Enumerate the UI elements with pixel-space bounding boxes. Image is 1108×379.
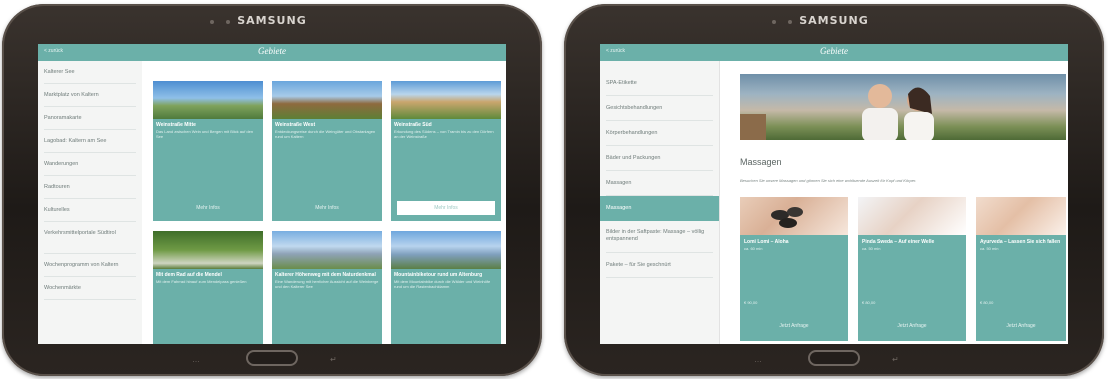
app-header: < zurück Gebiete: [600, 44, 1068, 61]
sidebar-item-massagen[interactable]: Massagen: [600, 196, 719, 221]
massage-title: Ayurveda – Lassen Sie sich fallen: [980, 239, 1061, 245]
massage-price: € 80,00: [980, 300, 994, 305]
sidebar-item[interactable]: Radtouren: [44, 176, 136, 199]
menu-key-icon[interactable]: …: [754, 355, 762, 364]
tablet-left: SAMSUNG < zurück Gebiete Kalterer See Ma…: [2, 4, 542, 376]
sidebar-item[interactable]: Marktplatz von Kaltern: [44, 84, 136, 107]
tour-desc: Erkundung des Südens – von Tramin bis zu…: [394, 129, 494, 139]
sidebar-item[interactable]: Kalterer See: [44, 61, 136, 84]
tour-desc: Entdeckungsreise durch die Weingüter und…: [275, 129, 376, 139]
sidebar-item[interactable]: Bilder in der Saftpaste: Massage – völli…: [606, 221, 713, 253]
app-header: < zurück Gebiete: [38, 44, 506, 61]
tour-photo: [391, 231, 501, 269]
sidebar-item[interactable]: Kulturelles: [44, 199, 136, 222]
tour-title: Kalterer Höhenweg mit dem Naturdenkmal: [275, 272, 376, 278]
massage-card[interactable]: Pinda Sweda – Auf einer Welle ca. 50 min…: [858, 197, 966, 341]
tour-card[interactable]: Weinstraße West Entdeckungsreise durch d…: [272, 81, 382, 221]
request-button[interactable]: Jetzt Anfrage: [858, 323, 966, 329]
back-key-icon[interactable]: ↵: [892, 355, 899, 364]
tour-desc: Eine Wanderung mit herrlicher Aussicht a…: [275, 279, 379, 289]
massage-title: Lomi Lomi – Aloha: [744, 239, 789, 245]
menu-key-icon[interactable]: …: [192, 355, 200, 364]
sidebar-item[interactable]: Wanderungen: [44, 153, 136, 176]
sidebar-item[interactable]: Wochenmärkte: [44, 277, 136, 300]
sidebar-item[interactable]: Massagen: [606, 171, 713, 196]
stage: SAMSUNG < zurück Gebiete Kalterer See Ma…: [0, 0, 1108, 379]
couple-illustration: [740, 84, 934, 142]
tour-title: Weinstraße Süd: [394, 122, 432, 128]
tablet-screen: < zurück Gebiete Kalterer See Marktplatz…: [38, 44, 506, 344]
tour-photo: [272, 81, 382, 119]
more-info-button[interactable]: Mehr Infos: [272, 201, 382, 215]
intro-text: Besuchen Sie unsere Massagen und gönnen …: [740, 178, 917, 183]
tour-desc: Mit dem Fahrrad hinauf zum Mendelpass ge…: [156, 279, 247, 284]
tour-photo: [391, 81, 501, 119]
tour-desc: Das Land zwischen Wein und Bergen mit Bl…: [156, 129, 254, 139]
massage-photo: [858, 197, 966, 235]
massage-photo: [740, 197, 848, 235]
sidebar-item[interactable]: Verkehrsmittelportale Südtirol: [44, 222, 136, 254]
massage-price: € 80,00: [862, 300, 876, 305]
massage-photo: [976, 197, 1066, 235]
brand-logo: SAMSUNG: [237, 14, 307, 27]
sidebar-item[interactable]: Lagobad: Kaltern am See: [44, 130, 136, 153]
sidebar-item[interactable]: Pakete – für Sie geschnürt: [606, 253, 713, 278]
tour-title: Weinstraße Mitte: [156, 122, 196, 128]
tour-title: Mountainbiketour rund um Altenburg: [394, 272, 483, 278]
massage-card[interactable]: Ayurveda – Lassen Sie sich fallen ca. 50…: [976, 197, 1066, 341]
tour-card[interactable]: Weinstraße Mitte Das Land zwischen Wein …: [153, 81, 263, 221]
massage-title: Pinda Sweda – Auf einer Welle: [862, 239, 935, 245]
sidebar-item[interactable]: Gesichtsbehandlungen: [606, 96, 713, 121]
request-button[interactable]: Jetzt Anfrage: [976, 323, 1066, 329]
request-button[interactable]: Jetzt Anfrage: [740, 323, 848, 329]
sidebar: SPA-Etikette Gesichtsbehandlungen Körper…: [600, 61, 720, 344]
sidebar-item[interactable]: Wochenprogramm von Kaltern: [44, 254, 136, 277]
tablet-right: SAMSUNG < zurück Gebiete SPA-Etikette Ge…: [564, 4, 1104, 376]
tour-card[interactable]: Mountainbiketour rund um Altenburg Mit d…: [391, 231, 501, 344]
sidebar-item[interactable]: Bäder und Packungen: [606, 146, 713, 171]
tour-card[interactable]: Weinstraße Süd Erkundung des Südens – vo…: [391, 81, 501, 221]
massage-duration: ca. 50 min: [980, 246, 999, 251]
hot-stones-icon: [771, 207, 803, 228]
hero-image: [740, 74, 1066, 142]
massage-card[interactable]: Lomi Lomi – Aloha ca. 60 min € 90,00 Jet…: [740, 197, 848, 341]
sidebar-item[interactable]: SPA-Etikette: [606, 71, 713, 96]
tour-title: Mit dem Rad auf die Mendel: [156, 272, 222, 278]
sidebar-item[interactable]: Panoramakarte: [44, 107, 136, 130]
app-logo: Gebiete: [820, 46, 848, 56]
tour-card[interactable]: Kalterer Höhenweg mit dem Naturdenkmal E…: [272, 231, 382, 344]
tour-title: Weinstraße West: [275, 122, 316, 128]
more-info-button[interactable]: Mehr Infos: [397, 201, 495, 215]
massage-duration: ca. 60 min: [744, 246, 763, 251]
app-logo: Gebiete: [258, 46, 286, 56]
sidebar-item[interactable]: Körperbehandlungen: [606, 121, 713, 146]
home-button-icon[interactable]: [808, 350, 860, 366]
more-info-button[interactable]: Mehr Infos: [153, 201, 263, 215]
massage-price: € 90,00: [744, 300, 758, 305]
sidebar: Kalterer See Marktplatz von Kaltern Pano…: [38, 61, 142, 344]
massage-duration: ca. 50 min: [862, 246, 881, 251]
back-key-icon[interactable]: ↵: [330, 355, 337, 364]
tour-photo: [153, 81, 263, 119]
page-title: Massagen: [740, 157, 782, 167]
tour-desc: Mit dem Mountainbike durch die Wälder un…: [394, 279, 491, 289]
home-button-icon[interactable]: [246, 350, 298, 366]
tour-photo: [153, 231, 263, 269]
brand-logo: SAMSUNG: [799, 14, 869, 27]
tour-photo: [272, 231, 382, 269]
tablet-screen: < zurück Gebiete SPA-Etikette Gesichtsbe…: [600, 44, 1068, 344]
tour-card[interactable]: Mit dem Rad auf die Mendel Mit dem Fahrr…: [153, 231, 263, 344]
